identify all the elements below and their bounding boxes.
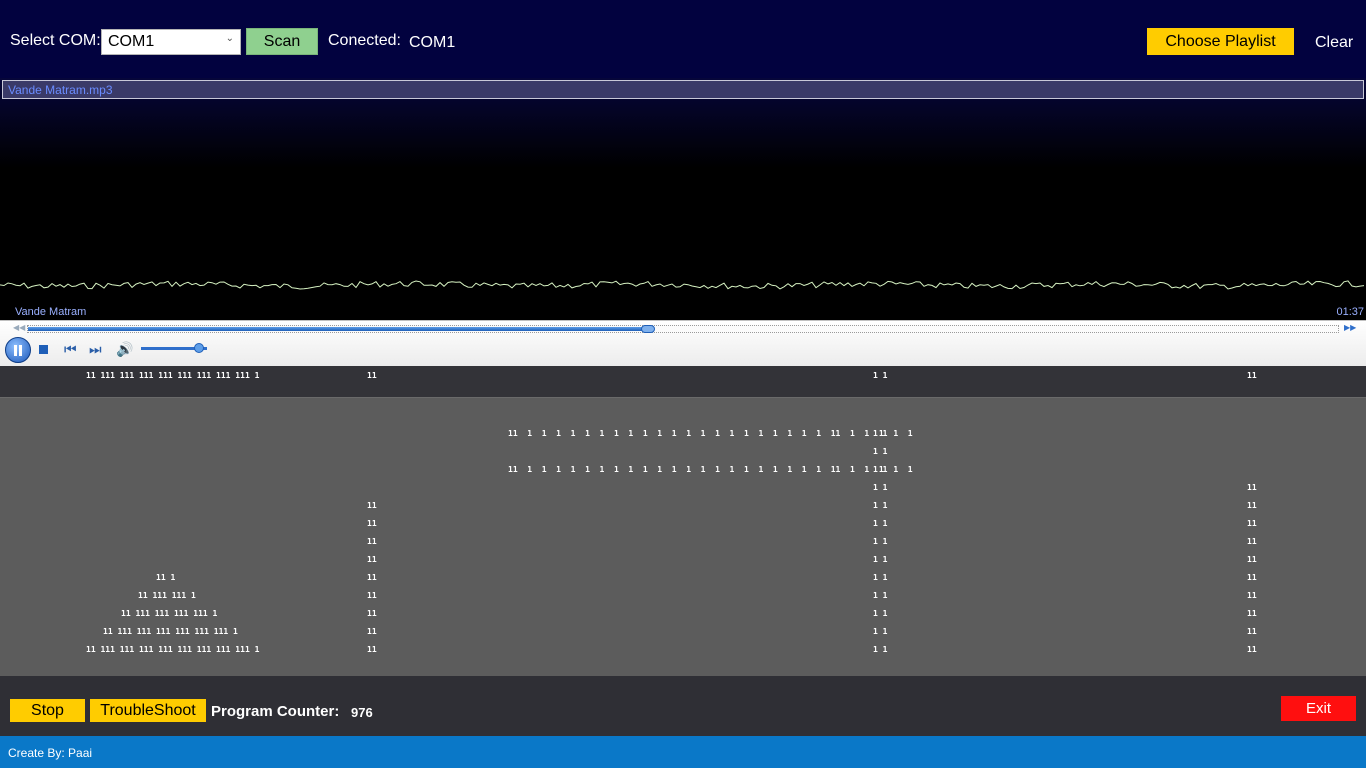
column-a-cell: 11 xyxy=(367,555,377,564)
stop-button[interactable]: Stop xyxy=(10,699,85,722)
column-a-cell: 11 xyxy=(367,501,377,510)
column-b-cell: 1 1 xyxy=(873,645,888,654)
previous-icon[interactable]: ⏮ xyxy=(64,341,77,358)
header-group-2: 11 xyxy=(367,371,377,380)
pyramid-row: 11 111 111 111 111 111 111 1 xyxy=(103,627,238,636)
beam-row: 11 1 1 1 1 1 1 1 1 1 1 1 1 1 1 1 1 1 1 1… xyxy=(508,429,913,438)
transport-controls: ◀◀ ▶▶ ⏮ ⏭ 🔊 xyxy=(0,320,1366,366)
choose-playlist-button[interactable]: Choose Playlist xyxy=(1147,28,1294,55)
column-b-cell: 1 1 xyxy=(873,591,888,600)
rewind-icon[interactable]: ◀◀ xyxy=(13,323,25,332)
fast-forward-icon[interactable]: ▶▶ xyxy=(1344,323,1356,332)
column-a-cell: 11 xyxy=(367,645,377,654)
volume-thumb[interactable] xyxy=(194,343,205,353)
next-icon[interactable]: ⏭ xyxy=(89,341,102,358)
column-c-cell: 11 xyxy=(1247,537,1257,546)
column-a-cell: 11 xyxy=(367,591,377,600)
column-c-cell: 11 xyxy=(1247,483,1257,492)
select-com-label: Select COM: xyxy=(10,32,101,49)
column-b-cell: 1 1 xyxy=(873,519,888,528)
header-group-3: 1 1 xyxy=(873,371,888,380)
connected-label: Conected: xyxy=(328,32,401,49)
column-c-cell: 11 xyxy=(1247,519,1257,528)
column-a-cell: 11 xyxy=(367,627,377,636)
pause-icon[interactable] xyxy=(5,337,31,363)
column-c-cell: 11 xyxy=(1247,591,1257,600)
column-a-cell: 11 xyxy=(367,609,377,618)
program-counter-value: 976 xyxy=(351,705,373,720)
column-a-cell: 11 xyxy=(367,537,377,546)
scan-button[interactable]: Scan xyxy=(246,28,318,55)
column-a-cell: 11 xyxy=(367,519,377,528)
column-b-cell: 1 1 xyxy=(873,573,888,582)
com-port-value: COM1 xyxy=(108,33,155,50)
seek-bar-fill xyxy=(28,327,648,331)
track-title: Vande Matram xyxy=(15,306,87,318)
column-c-cell: 11 xyxy=(1247,501,1257,510)
playlist-item[interactable]: Vande Matram.mp3 xyxy=(2,80,1364,99)
column-c-cell: 11 xyxy=(1247,609,1257,618)
channel-header-row: 11 111 111 111 111 111 111 111 111 1 11 … xyxy=(0,366,1366,397)
channel-grid: 11 1 1 1 1 1 1 1 1 1 1 1 1 1 1 1 1 1 1 1… xyxy=(0,397,1366,676)
volume-slider[interactable] xyxy=(141,343,207,353)
column-c-cell: 11 xyxy=(1247,555,1257,564)
volume-icon[interactable]: 🔊 xyxy=(116,341,133,358)
stop-icon[interactable] xyxy=(39,345,48,354)
pyramid-row: 11 111 111 111 111 1 xyxy=(121,609,218,618)
seek-thumb[interactable] xyxy=(640,325,655,333)
column-b-cell: 1 1 xyxy=(873,627,888,636)
top-toolbar: Select COM: COM1 ⌄ Scan Conected: COM1 C… xyxy=(0,0,1366,78)
audio-waveform xyxy=(0,280,1365,290)
column-b-cell: 1 1 xyxy=(873,609,888,618)
pyramid-row: 11 111 111 1 xyxy=(138,591,196,600)
track-time: 01:37 xyxy=(1336,306,1364,318)
creator-credit: Create By: Paai xyxy=(8,746,93,760)
column-b-cell: 1 1 xyxy=(873,429,888,438)
column-c-cell: 11 xyxy=(1247,573,1257,582)
column-b-cell: 1 1 xyxy=(873,537,888,546)
column-b-cell: 1 1 xyxy=(873,555,888,564)
status-bar: Create By: Paai xyxy=(0,736,1366,768)
column-c-cell: 11 xyxy=(1247,645,1257,654)
exit-button[interactable]: Exit xyxy=(1281,696,1356,721)
troubleshoot-button[interactable]: TroubleShoot xyxy=(90,699,206,722)
column-c-cell: 11 xyxy=(1247,627,1257,636)
bottom-toolbar: Stop TroubleShoot Program Counter: 976 E… xyxy=(0,676,1366,736)
header-group-1: 11 111 111 111 111 111 111 111 111 1 xyxy=(86,371,260,380)
seek-bar[interactable] xyxy=(27,325,1339,333)
column-b-cell: 1 1 xyxy=(873,501,888,510)
connected-port-value: COM1 xyxy=(409,34,456,51)
pyramid-row: 11 1 xyxy=(156,573,176,582)
column-a-cell: 11 xyxy=(367,573,377,582)
pyramid-row: 11 111 111 111 111 111 111 111 111 1 xyxy=(86,645,260,654)
clear-button[interactable]: Clear xyxy=(1315,34,1353,52)
header-group-4: 11 xyxy=(1247,371,1257,380)
program-counter-label: Program Counter: xyxy=(211,703,340,720)
com-port-dropdown[interactable]: COM1 ⌄ xyxy=(101,29,241,55)
column-b-cell: 1 1 xyxy=(873,465,888,474)
chevron-down-icon: ⌄ xyxy=(225,33,234,44)
column-b-cell: 1 1 xyxy=(873,483,888,492)
beam-row: 11 1 1 1 1 1 1 1 1 1 1 1 1 1 1 1 1 1 1 1… xyxy=(508,465,913,474)
column-b-cell: 1 1 xyxy=(873,447,888,456)
